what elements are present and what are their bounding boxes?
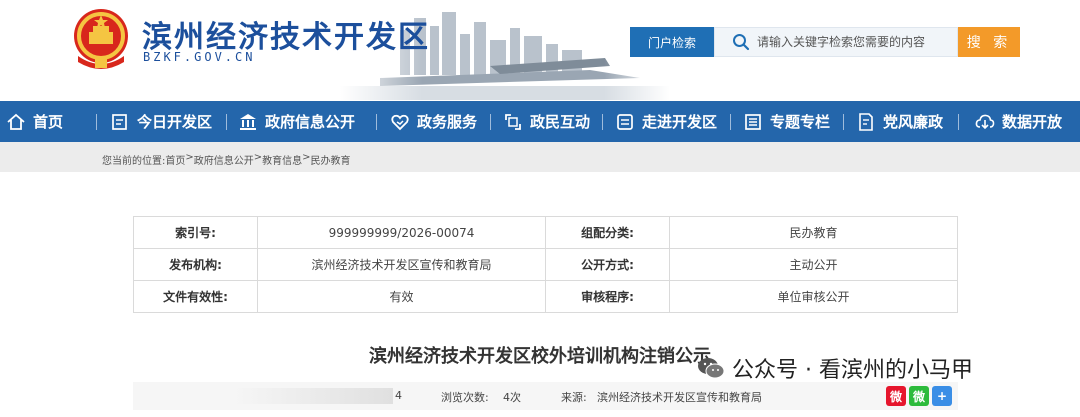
breadcrumb-link-private-education[interactable]: 民办教育: [311, 152, 351, 167]
nav-item-label: 政民互动: [530, 113, 591, 131]
portal-search-tab[interactable]: 门户检索: [630, 27, 714, 57]
site-domain: BZKF.GOV.CN: [143, 50, 256, 64]
table-value: 单位审核公开: [669, 280, 958, 313]
nav-item-home[interactable]: 首页: [6, 101, 63, 142]
source-value: 滨州经济技术开发区宣传和教育局: [597, 391, 762, 404]
nav-item-interaction[interactable]: 政民互动: [503, 101, 590, 142]
breadcrumb-link-education[interactable]: 教育信息: [262, 152, 302, 167]
table-value: 滨州经济技术开发区宣传和教育局: [257, 248, 546, 281]
source-label: 来源:: [561, 391, 587, 404]
header: 滨州经济技术开发区 BZKF.GOV.CN 门户检索 搜 索: [0, 0, 1080, 100]
weibo-icon[interactable]: 微: [886, 386, 906, 406]
document-info-table: 索引号: 999999999/2026-00074 组配分类: 民办教育 发布机…: [133, 216, 958, 313]
table-key: 索引号:: [133, 216, 258, 249]
table-key: 审核程序:: [545, 280, 670, 313]
nav-item-label: 首页: [33, 113, 64, 131]
table-key: 组配分类:: [545, 216, 670, 249]
table-key: 发布机构:: [133, 248, 258, 281]
nav-item-special-topics[interactable]: 专题专栏: [743, 101, 830, 142]
wechat-icon[interactable]: 微: [909, 386, 929, 406]
table-row: 发布机构: 滨州经济技术开发区宣传和教育局 公开方式: 主动公开: [133, 248, 958, 281]
views-count: 4次: [503, 391, 521, 404]
nav-item-label: 数据开放: [1002, 113, 1063, 131]
share-buttons: 微 微 +: [886, 386, 952, 406]
heart-service-icon: [391, 114, 409, 130]
watermark-text: 公众号 · 看滨州的小马甲: [732, 358, 973, 383]
nav-item-open-data[interactable]: 数据开放: [975, 101, 1062, 142]
blurred-date-region: [233, 388, 393, 404]
national-emblem-logo: [74, 9, 128, 69]
search-box: [714, 27, 958, 57]
nav-item-today[interactable]: 今日开发区: [110, 101, 212, 142]
table-row: 索引号: 999999999/2026-00074 组配分类: 民办教育: [133, 216, 958, 249]
nav-divider: [602, 114, 603, 130]
views-label: 浏览次数:: [441, 391, 489, 404]
watermark: 公众号 · 看滨州的小马甲: [696, 352, 973, 384]
table-key: 文件有效性:: [133, 280, 258, 313]
government-icon: [240, 113, 256, 130]
edit-document-icon: [859, 112, 873, 131]
nav-item-label: 走进开发区: [642, 113, 718, 131]
nav-item-gov-service[interactable]: 政务服务: [390, 101, 477, 142]
breadcrumb-separator: >: [302, 152, 311, 163]
nav-divider: [730, 114, 731, 130]
article-meta-bar: 4 浏览次数: 4次 来源: 滨州经济技术开发区宣传和教育局 微 微 +: [133, 382, 958, 410]
nav-item-label: 专题专栏: [770, 113, 831, 131]
nav-item-label: 政务服务: [417, 113, 478, 131]
breadcrumb-separator: >: [185, 152, 194, 163]
nav-item-label: 党风廉政: [883, 113, 944, 131]
table-key: 公开方式:: [545, 248, 670, 281]
interaction-icon: [505, 113, 521, 130]
home-icon: [7, 113, 25, 130]
nav-item-integrity[interactable]: 党风廉政: [856, 101, 943, 142]
search-input[interactable]: [757, 35, 957, 49]
breadcrumb-link-gov-info[interactable]: 政府信息公开: [194, 152, 254, 167]
table-value: 999999999/2026-00074: [257, 216, 546, 249]
list-icon: [745, 113, 761, 130]
calendar-icon: [112, 113, 127, 130]
main-navigation: 首页 今日开发区 政府信息公开 政务服务 政民互动 走进开发区 专题专栏 党风廉…: [0, 101, 1080, 142]
nav-divider: [958, 114, 959, 130]
nav-divider: [490, 114, 491, 130]
breadcrumb-separator: >: [253, 152, 263, 163]
breadcrumb: 您当前的位置: 首页 > 政府信息公开 > 教育信息 > 民办教育: [102, 152, 351, 167]
nav-item-about[interactable]: 走进开发区: [615, 101, 717, 142]
plus-share-icon[interactable]: +: [932, 386, 952, 406]
breadcrumb-link-home[interactable]: 首页: [165, 152, 185, 167]
wechat-logo-icon: [698, 358, 725, 379]
cloud-download-icon: [975, 114, 995, 129]
search-button[interactable]: 搜 索: [958, 27, 1020, 57]
search-icon: [733, 34, 750, 51]
table-value: 有效: [257, 280, 546, 313]
table-value: 主动公开: [669, 248, 958, 281]
nav-item-label: 政府信息公开: [265, 113, 356, 131]
breadcrumb-prefix: 您当前的位置:: [102, 156, 166, 167]
nav-item-label: 今日开发区: [137, 113, 213, 131]
nav-divider: [376, 114, 377, 130]
nav-divider: [843, 114, 844, 130]
nav-divider: [226, 114, 227, 130]
table-row: 文件有效性: 有效 审核程序: 单位审核公开: [133, 280, 958, 313]
nav-divider: [96, 114, 97, 130]
nav-item-gov-info[interactable]: 政府信息公开: [238, 101, 355, 142]
publish-date-tail: 4: [395, 389, 402, 402]
breadcrumb-bar: 您当前的位置: 首页 > 政府信息公开 > 教育信息 > 民办教育: [0, 142, 1080, 172]
document-icon: [617, 113, 633, 130]
table-value: 民办教育: [669, 216, 958, 249]
